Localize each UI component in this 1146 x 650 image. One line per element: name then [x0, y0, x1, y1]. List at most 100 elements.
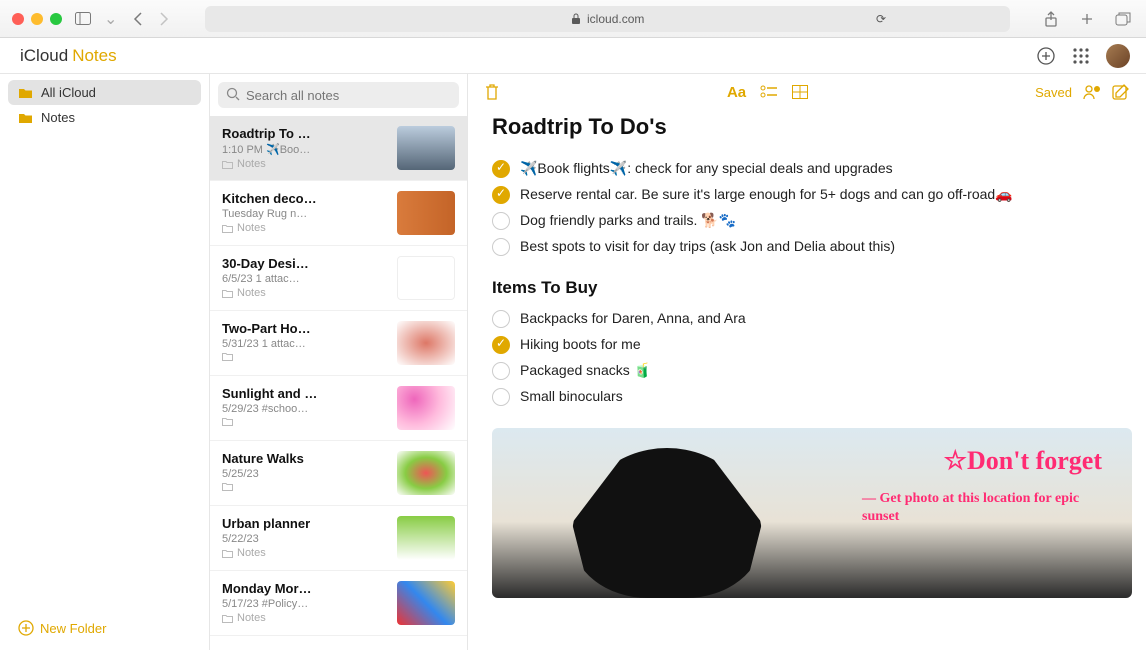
app-launcher-icon[interactable]	[1072, 47, 1090, 65]
checklist-item[interactable]: Small binoculars	[492, 384, 1122, 410]
brand-icloud: iCloud	[20, 46, 68, 66]
handwriting-annotation-2: — Get photo at this location for epic su…	[862, 490, 1102, 526]
brand-notes: Notes	[72, 46, 116, 66]
note-thumbnail	[397, 191, 455, 235]
sidebar-folder-1[interactable]: Notes	[8, 105, 201, 130]
checkbox[interactable]	[492, 186, 510, 204]
checkbox[interactable]	[492, 238, 510, 256]
note-item-title: Two-Part Ho…	[222, 321, 387, 336]
checkbox[interactable]	[492, 388, 510, 406]
note-list-item-3[interactable]: Two-Part Ho…5/31/23 1 attac…	[210, 311, 467, 376]
share-icon[interactable]	[1040, 8, 1062, 30]
checklist-text[interactable]: Best spots to visit for day trips (ask J…	[520, 238, 895, 254]
note-thumbnail	[397, 126, 455, 170]
chevron-down-icon[interactable]: ⌄	[104, 9, 117, 29]
checklist-item[interactable]: Best spots to visit for day trips (ask J…	[492, 234, 1122, 260]
tabs-icon[interactable]	[1112, 8, 1134, 30]
note-item-title: Sunlight and …	[222, 386, 387, 401]
plus-circle-icon	[18, 620, 34, 636]
back-button[interactable]	[127, 8, 149, 30]
reload-icon[interactable]: ⟳	[876, 12, 886, 26]
search-input[interactable]	[218, 82, 459, 108]
window-controls	[12, 13, 62, 25]
checklist-text[interactable]: Hiking boots for me	[520, 336, 641, 352]
lock-icon	[571, 13, 581, 25]
checkbox[interactable]	[492, 336, 510, 354]
checklist-1: ✈️Book flights✈️: check for any special …	[492, 156, 1122, 260]
note-list-item-0[interactable]: Roadtrip To …1:10 PM ✈️Boo…Notes	[210, 116, 467, 181]
avatar[interactable]	[1106, 44, 1130, 68]
note-list-item-6[interactable]: Urban planner5/22/23 Notes	[210, 506, 467, 571]
saved-label: Saved	[1035, 85, 1072, 100]
note-thumbnail	[397, 581, 455, 625]
url-bar[interactable]: icloud.com ⟳	[205, 6, 1010, 32]
notes-list[interactable]: Roadtrip To …1:10 PM ✈️Boo…NotesKitchen …	[210, 116, 467, 650]
sidebar-toggle-icon[interactable]	[72, 8, 94, 30]
note-list-item-1[interactable]: Kitchen deco…Tuesday Rug n…Notes	[210, 181, 467, 246]
note-thumbnail	[397, 516, 455, 560]
note-item-title: Monday Mor…	[222, 581, 387, 596]
editor-toolbar: Aa Saved	[468, 74, 1146, 110]
checkbox[interactable]	[492, 212, 510, 230]
checklist-text[interactable]: ✈️Book flights✈️: check for any special …	[520, 160, 893, 177]
checklist-2: Backpacks for Daren, Anna, and Ara Hiking…	[492, 306, 1122, 410]
checklist-text[interactable]: Backpacks for Daren, Anna, and Ara	[520, 310, 746, 326]
collaborate-icon[interactable]	[1082, 84, 1102, 100]
checklist-text[interactable]: Packaged snacks 🧃	[520, 362, 651, 379]
checklist-item[interactable]: Packaged snacks 🧃	[492, 358, 1122, 384]
checklist-item[interactable]: Backpacks for Daren, Anna, and Ara	[492, 306, 1122, 332]
note-list-item-7[interactable]: Monday Mor…5/17/23 #Policy…Notes	[210, 571, 467, 636]
text-format-icon[interactable]: Aa	[727, 84, 746, 101]
checkbox[interactable]	[492, 310, 510, 328]
fullscreen-window-button[interactable]	[50, 13, 62, 25]
note-thumbnail	[397, 256, 455, 300]
checklist-item[interactable]: ✈️Book flights✈️: check for any special …	[492, 156, 1122, 182]
checkbox[interactable]	[492, 362, 510, 380]
sidebar-folder-0[interactable]: All iCloud	[8, 80, 201, 105]
app-header: iCloud Notes	[0, 38, 1146, 74]
minimize-window-button[interactable]	[31, 13, 43, 25]
checklist-text[interactable]: Reserve rental car. Be sure it's large e…	[520, 186, 1013, 203]
note-attachment-image[interactable]: ☆Don't forget — Get photo at this locati…	[492, 428, 1132, 598]
note-item-folder: Notes	[222, 547, 387, 559]
compose-icon[interactable]	[1112, 83, 1130, 101]
note-item-title: Roadtrip To …	[222, 126, 387, 141]
checkbox[interactable]	[492, 160, 510, 178]
checklist-item[interactable]: Hiking boots for me	[492, 332, 1122, 358]
checklist-item[interactable]: Reserve rental car. Be sure it's large e…	[492, 182, 1122, 208]
note-item-title: Urban planner	[222, 516, 387, 531]
folder-icon	[18, 87, 33, 99]
brand[interactable]: iCloud Notes	[16, 46, 117, 66]
note-item-folder	[222, 417, 387, 426]
table-icon[interactable]	[792, 85, 808, 99]
note-list-item-5[interactable]: Nature Walks5/25/23	[210, 441, 467, 506]
note-list-item-2[interactable]: 30-Day Desi…6/5/23 1 attac…Notes	[210, 246, 467, 311]
note-item-folder	[222, 482, 387, 491]
editor-body[interactable]: Roadtrip To Do's ✈️Book flights✈️: check…	[468, 110, 1146, 650]
note-item-meta: 6/5/23 1 attac…	[222, 273, 387, 285]
new-tab-icon[interactable]	[1076, 8, 1098, 30]
checklist-text[interactable]: Small binoculars	[520, 388, 623, 404]
note-item-title: Nature Walks	[222, 451, 387, 466]
note-title[interactable]: Roadtrip To Do's	[492, 114, 1122, 140]
note-list-item-4[interactable]: Sunlight and …5/29/23 #schoo…	[210, 376, 467, 441]
new-folder-button[interactable]: New Folder	[8, 612, 201, 644]
handwriting-annotation-1: ☆Don't forget	[944, 446, 1102, 476]
checklist-icon[interactable]	[760, 85, 778, 99]
checklist-text[interactable]: Dog friendly parks and trails. 🐕🐾	[520, 212, 736, 229]
search-icon	[226, 87, 240, 101]
main: All iCloudNotes New Folder Roadtrip To ……	[0, 74, 1146, 650]
note-item-folder: Notes	[222, 222, 387, 234]
note-item-meta: 1:10 PM ✈️Boo…	[222, 143, 387, 156]
close-window-button[interactable]	[12, 13, 24, 25]
forward-button[interactable]	[153, 8, 175, 30]
add-icon[interactable]	[1036, 46, 1056, 66]
note-thumbnail	[397, 451, 455, 495]
trash-icon[interactable]	[484, 83, 500, 101]
note-item-meta: 5/17/23 #Policy…	[222, 598, 387, 610]
note-item-meta: Tuesday Rug n…	[222, 208, 387, 220]
editor: Aa Saved Roadtrip To Do's ✈️Book flights…	[468, 74, 1146, 650]
checklist-item[interactable]: Dog friendly parks and trails. 🐕🐾	[492, 208, 1122, 234]
note-thumbnail	[397, 386, 455, 430]
note-subheading[interactable]: Items To Buy	[492, 278, 1122, 298]
